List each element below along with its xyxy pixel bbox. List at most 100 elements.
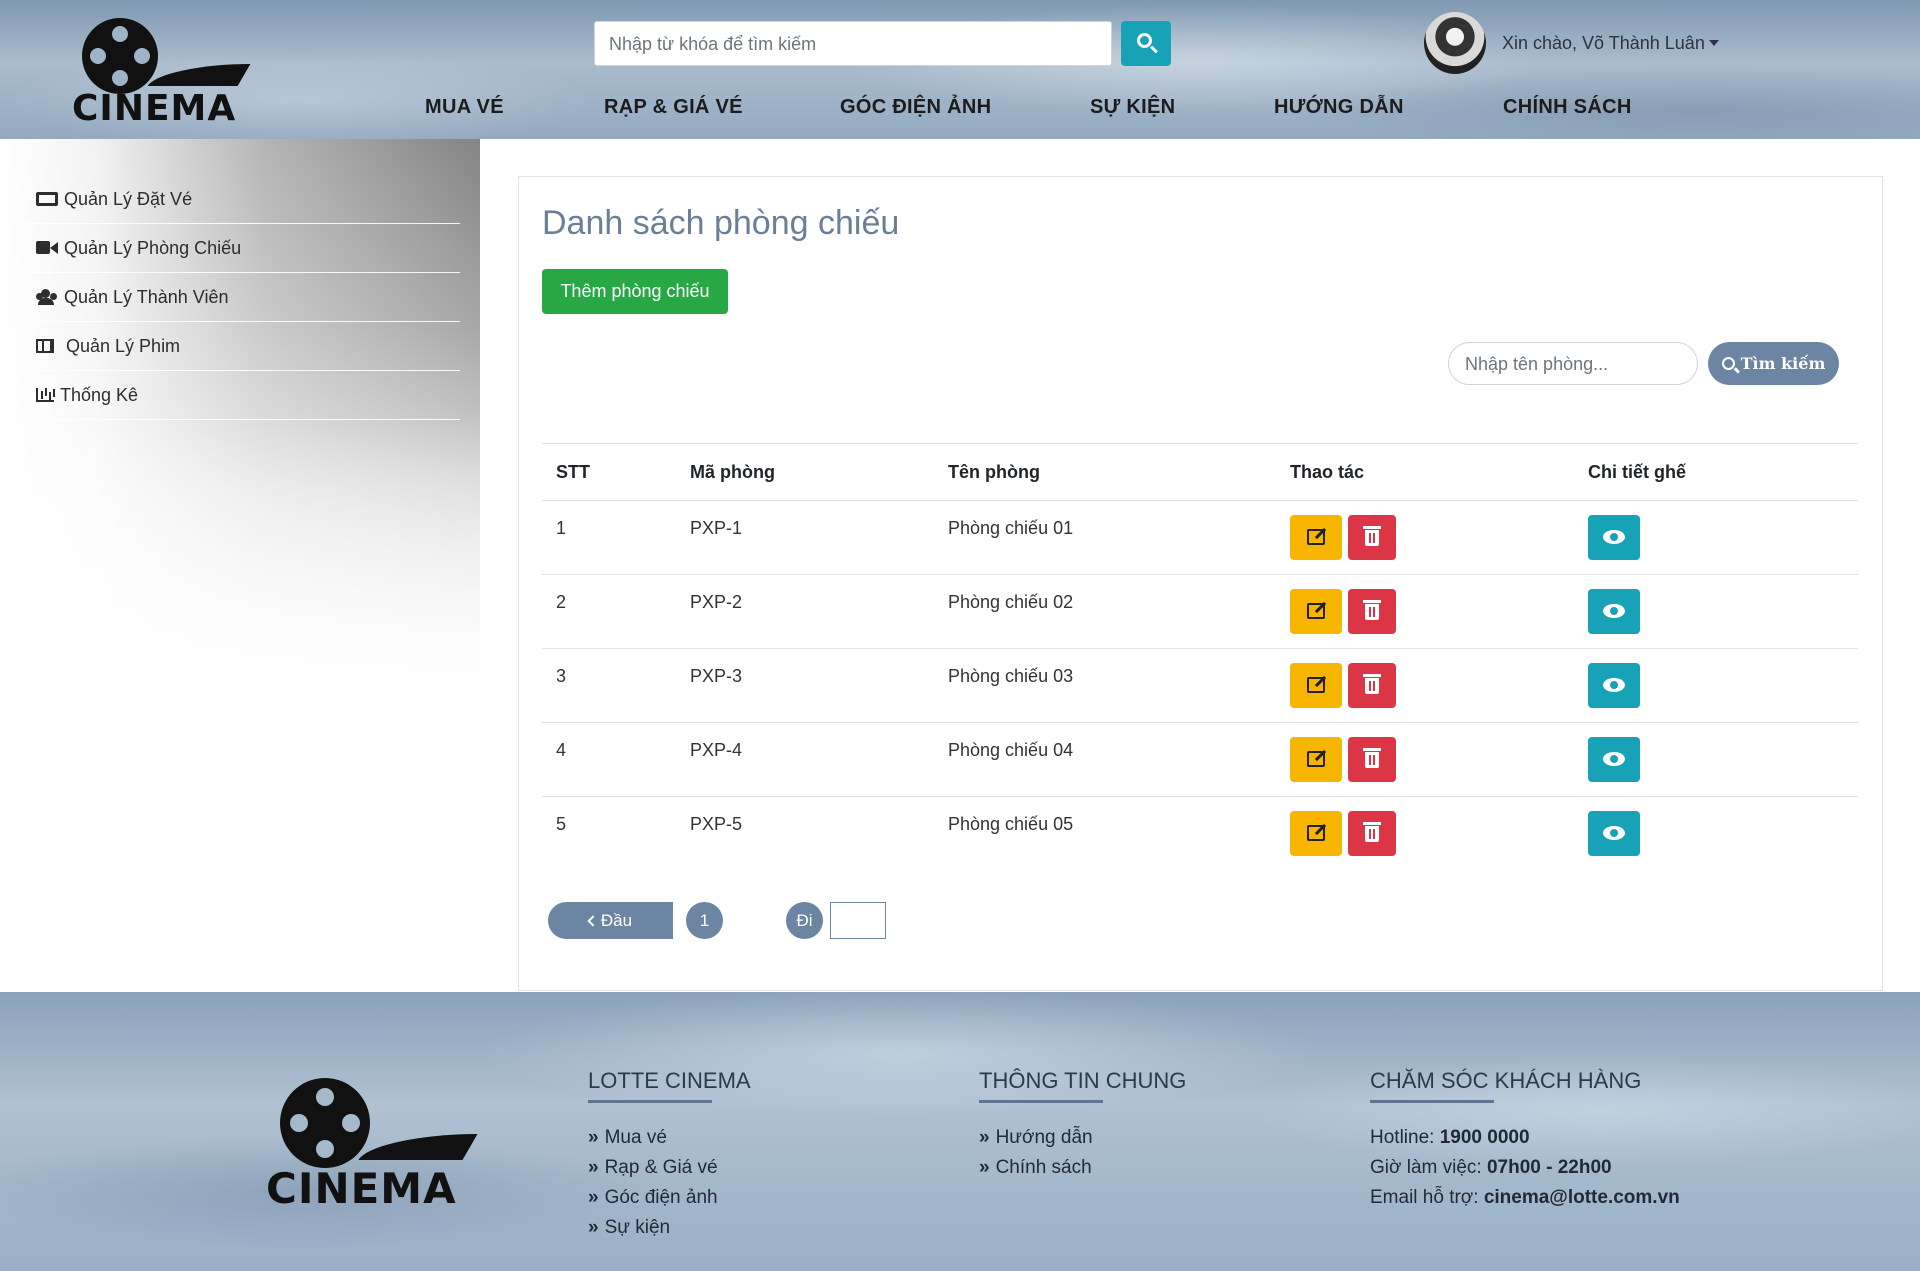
pagination-page-button[interactable]: 1 [686, 902, 723, 939]
cell-name: Phòng chiếu 03 [934, 648, 1276, 723]
cell-code: PXP-2 [676, 574, 934, 649]
col-header-stt: STT [542, 443, 676, 501]
room-search-button-label: Tìm kiếm [1740, 354, 1826, 373]
col-header-name: Tên phòng [934, 443, 1276, 501]
footer-link-huong-dan[interactable]: » Hướng dẫn [979, 1127, 1093, 1149]
cell-seat-details [1574, 500, 1858, 575]
sidebar-item-statistics[interactable]: Thống Kê [18, 371, 460, 420]
sidebar-item-rooms[interactable]: Quản Lý Phòng Chiếu [18, 224, 460, 273]
edit-icon [1307, 529, 1325, 545]
sidebar-item-label: Quản Lý Đặt Vé [64, 188, 193, 209]
cell-seat-details [1574, 574, 1858, 649]
search-icon [1721, 357, 1735, 370]
table-row: 5 PXP-5 Phòng chiếu 05 [542, 797, 1858, 871]
nav-mua-ve[interactable]: MUA VÉ [425, 96, 504, 119]
eye-icon [1603, 530, 1625, 544]
footer-link-rap-gia-ve[interactable]: » Rạp & Giá vé [588, 1157, 718, 1179]
film-icon [36, 339, 54, 353]
edit-icon [1307, 677, 1325, 693]
delete-button[interactable] [1348, 589, 1396, 634]
table-header-row: STT Mã phòng Tên phòng Thao tác Chi tiết… [542, 443, 1858, 501]
col-header-code: Mã phòng [676, 443, 934, 501]
pagination-go-button[interactable]: Đi [786, 902, 823, 939]
delete-button[interactable] [1348, 737, 1396, 782]
pagination-first-button[interactable]: Đầu [548, 902, 673, 939]
edit-button[interactable] [1290, 811, 1342, 856]
sidebar-item-bookings[interactable]: Quản Lý Đặt Vé [18, 175, 460, 224]
cell-seat-details [1574, 648, 1858, 723]
nav-goc-dien-anh[interactable]: GÓC ĐIỆN ẢNH [840, 96, 991, 119]
cell-seat-details [1574, 722, 1858, 797]
footer-hours: Giờ làm việc: 07h00 - 22h00 [1370, 1157, 1612, 1178]
cinema-logo[interactable]: CINEMA [72, 16, 257, 129]
edit-button[interactable] [1290, 589, 1342, 634]
view-seats-button[interactable] [1588, 515, 1640, 560]
users-icon [36, 289, 58, 305]
eye-icon [1603, 826, 1625, 840]
search-input[interactable]: Nhập từ khóa để tìm kiếm [594, 21, 1112, 66]
cell-actions [1276, 574, 1574, 649]
sidebar-item-members[interactable]: Quản Lý Thành Viên [18, 273, 460, 322]
view-seats-button[interactable] [1588, 663, 1640, 708]
user-avatar[interactable] [1424, 12, 1486, 74]
edit-button[interactable] [1290, 663, 1342, 708]
table-row: 4 PXP-4 Phòng chiếu 04 [542, 722, 1858, 797]
double-chevron-right-icon: » [588, 1217, 599, 1238]
eye-icon [1603, 752, 1625, 766]
page-title: Danh sách phòng chiếu [542, 204, 900, 242]
double-chevron-right-icon: » [588, 1187, 599, 1208]
trash-icon [1363, 748, 1381, 768]
footer-link-goc-dien-anh[interactable]: » Góc điện ảnh [588, 1187, 718, 1209]
pagination-page-input[interactable] [830, 902, 886, 939]
cell-code: PXP-3 [676, 648, 934, 723]
search-button[interactable] [1121, 21, 1171, 66]
eye-icon [1603, 604, 1625, 618]
user-menu-toggle[interactable]: Xin chào, Võ Thành Luân [1502, 33, 1719, 54]
cell-actions [1276, 797, 1574, 871]
view-seats-button[interactable] [1588, 589, 1640, 634]
rooms-table: STT Mã phòng Tên phòng Thao tác Chi tiết… [542, 443, 1858, 871]
delete-button[interactable] [1348, 515, 1396, 560]
greeting-text: Xin chào, Võ Thành Luân [1502, 33, 1705, 53]
delete-button[interactable] [1348, 663, 1396, 708]
sidebar-item-movies[interactable]: Quản Lý Phim [18, 322, 460, 371]
footer-cinema-logo: CINEMA [266, 1078, 486, 1213]
footer-link-mua-ve[interactable]: » Mua vé [588, 1127, 667, 1149]
trash-icon [1363, 822, 1381, 842]
cell-name: Phòng chiếu 01 [934, 500, 1276, 575]
sidebar-item-label: Quản Lý Thành Viên [64, 286, 229, 307]
nav-chinh-sach[interactable]: CHÍNH SÁCH [1503, 96, 1632, 119]
footer-hotline: Hotline: 1900 0000 [1370, 1127, 1530, 1148]
view-seats-button[interactable] [1588, 811, 1640, 856]
footer-link-chinh-sach[interactable]: » Chính sách [979, 1157, 1092, 1179]
nav-su-kien[interactable]: SỰ KIỆN [1090, 96, 1175, 119]
edit-button[interactable] [1290, 737, 1342, 782]
delete-button[interactable] [1348, 811, 1396, 856]
table-row: 2 PXP-2 Phòng chiếu 02 [542, 574, 1858, 649]
double-chevron-right-icon: » [979, 1127, 990, 1148]
table-row: 1 PXP-1 Phòng chiếu 01 [542, 500, 1858, 575]
edit-button[interactable] [1290, 515, 1342, 560]
nav-huong-dan[interactable]: HƯỚNG DẪN [1274, 96, 1404, 119]
ticket-icon [36, 192, 58, 206]
trash-icon [1363, 526, 1381, 546]
table-row: 3 PXP-3 Phòng chiếu 03 [542, 648, 1858, 723]
nav-rap-gia-ve[interactable]: RẠP & GIÁ VÉ [604, 96, 743, 119]
footer-email: Email hỗ trợ: cinema@lotte.com.vn [1370, 1187, 1680, 1208]
view-seats-button[interactable] [1588, 737, 1640, 782]
cell-stt: 2 [542, 574, 676, 649]
cell-name: Phòng chiếu 02 [934, 574, 1276, 649]
cell-actions [1276, 722, 1574, 797]
search-icon [1137, 33, 1152, 48]
room-search-input[interactable]: Nhập tên phòng... [1448, 342, 1698, 385]
footer-heading-customer-care: CHĂM SÓC KHÁCH HÀNG [1370, 1068, 1641, 1103]
bar-chart-icon [36, 388, 54, 402]
footer-link-su-kien[interactable]: » Sự kiện [588, 1217, 670, 1239]
cell-seat-details [1574, 797, 1858, 871]
room-search-button[interactable]: Tìm kiếm [1708, 342, 1839, 385]
double-chevron-right-icon: » [588, 1157, 599, 1178]
support-email-link[interactable]: cinema@lotte.com.vn [1484, 1187, 1680, 1208]
admin-sidebar: Quản Lý Đặt Vé Quản Lý Phòng Chiếu Quản … [0, 139, 480, 675]
add-room-button[interactable]: Thêm phòng chiếu [542, 269, 728, 314]
cell-stt: 3 [542, 648, 676, 723]
